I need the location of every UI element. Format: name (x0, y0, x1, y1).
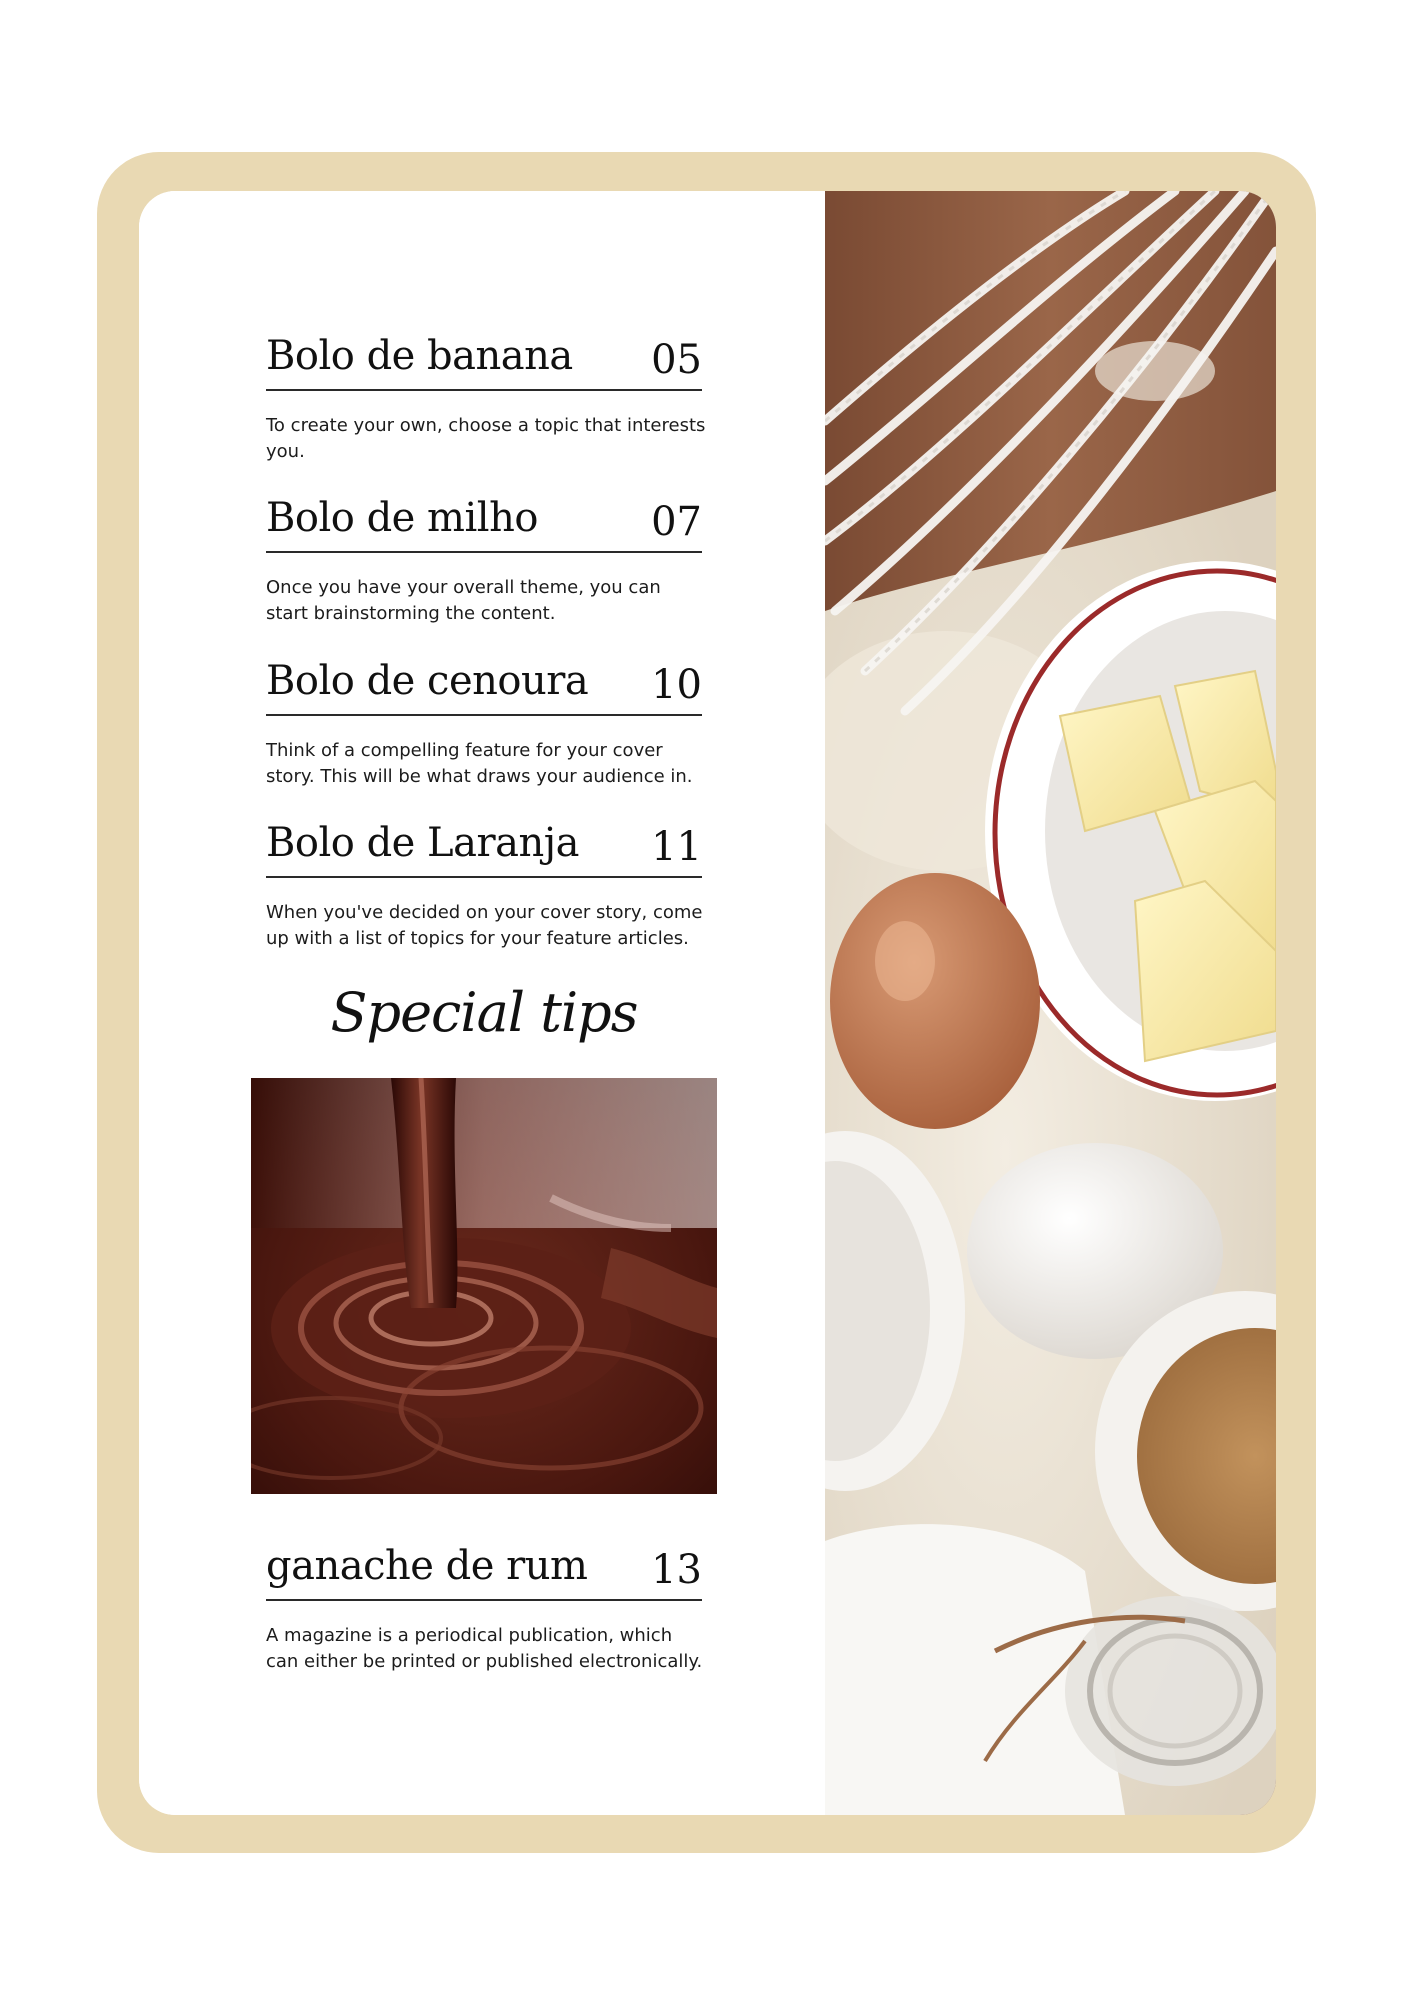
special-tips-heading: Special tips (330, 981, 639, 1044)
toc-entry-page-number: 13 (651, 1547, 702, 1593)
toc-entry-title: ganache de rum (266, 1543, 588, 1589)
toc-entry-title: Bolo de milho (266, 495, 538, 541)
toc-entry-header: Bolo de Laranja 11 (266, 808, 702, 878)
toc-entry-page-number: 10 (651, 662, 702, 708)
toc-entry-title: Bolo de Laranja (266, 820, 579, 866)
toc-entry-title: Bolo de cenoura (266, 658, 589, 704)
content-card: Bolo de banana 05 To create your own, ch… (139, 191, 1276, 1815)
toc-entry-page-number: 11 (651, 824, 702, 870)
toc-entry-description: A magazine is a periodical publication, … (266, 1625, 703, 1672)
toc-entry-header: Bolo de cenoura 10 (266, 646, 702, 716)
toc-entry-title: Bolo de banana (266, 333, 573, 379)
toc-entry-bolo-de-laranja[interactable]: Bolo de Laranja 11 When you've decided o… (266, 808, 702, 952)
melted-chocolate-photo (251, 1078, 717, 1494)
baking-ingredients-photo (825, 191, 1276, 1815)
table-of-contents: Bolo de banana 05 To create your own, ch… (139, 191, 825, 1815)
melted-chocolate-illustration (251, 1078, 717, 1494)
baking-ingredients-illustration (825, 191, 1276, 1815)
toc-entry-bolo-de-milho[interactable]: Bolo de milho 07 Once you have your over… (266, 483, 702, 627)
toc-entry-description: Once you have your overall theme, you ca… (266, 577, 661, 624)
toc-entry-page-number: 07 (651, 499, 702, 545)
toc-entry-bolo-de-cenoura[interactable]: Bolo de cenoura 10 Think of a compelling… (266, 646, 702, 790)
toc-entry-description: When you've decided on your cover story,… (266, 902, 703, 949)
toc-entry-header: Bolo de milho 07 (266, 483, 702, 553)
toc-entry-description: To create your own, choose a topic that … (266, 415, 706, 462)
toc-entry-header: Bolo de banana 05 (266, 321, 702, 391)
toc-entry-header: ganache de rum 13 (266, 1531, 702, 1601)
toc-entry-page-number: 05 (651, 337, 702, 383)
toc-entry-ganache-de-rum[interactable]: ganache de rum 13 A magazine is a period… (266, 1531, 702, 1675)
toc-entry-bolo-de-banana[interactable]: Bolo de banana 05 To create your own, ch… (266, 321, 705, 465)
toc-entry-description: Think of a compelling feature for your c… (266, 740, 693, 787)
